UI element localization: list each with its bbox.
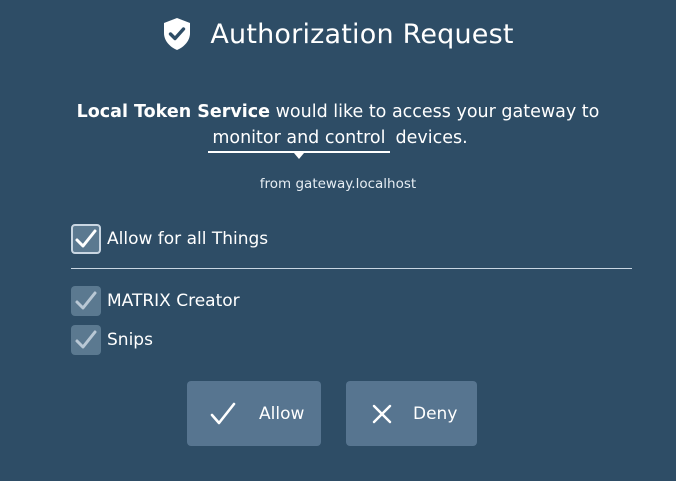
- thing-checkbox[interactable]: [71, 286, 101, 316]
- scope-select-value: monitor and control: [212, 128, 386, 148]
- request-text: would like to access your gateway to: [275, 102, 600, 122]
- shield-check-icon: [162, 17, 192, 51]
- request-text-after: devices.: [395, 128, 468, 148]
- checkmark-icon: [210, 402, 236, 424]
- deny-button-label: Deny: [413, 403, 458, 424]
- allow-all-things-row[interactable]: Allow for all Things: [71, 224, 268, 254]
- checkmark-icon: [75, 291, 97, 310]
- divider: [71, 268, 632, 269]
- close-icon: [372, 404, 392, 423]
- allow-all-label: Allow for all Things: [107, 229, 269, 249]
- allow-button-label: Allow: [259, 403, 305, 424]
- thing-label: MATRIX Creator: [107, 291, 240, 311]
- caret-down-icon: [293, 153, 304, 159]
- header: Authorization Request: [0, 12, 676, 56]
- authorization-page: Authorization Request Local Token Servic…: [0, 0, 676, 481]
- request-line-1: Local Token Service would like to access…: [0, 99, 676, 125]
- request-line-2: monitor and control devices.: [0, 125, 676, 159]
- origin-text: from gateway.localhost: [259, 176, 417, 192]
- app-name: Local Token Service: [76, 102, 271, 122]
- thing-item-matrix-creator[interactable]: MATRIX Creator: [71, 286, 240, 316]
- request-message: Local Token Service would like to access…: [0, 99, 676, 159]
- scope-select[interactable]: monitor and control: [208, 125, 390, 159]
- allow-all-checkbox[interactable]: [71, 224, 101, 254]
- allow-button[interactable]: Allow: [187, 381, 321, 446]
- checkmark-icon: [75, 330, 97, 349]
- deny-button[interactable]: Deny: [346, 381, 477, 446]
- checkmark-icon: [75, 229, 97, 248]
- page-title: Authorization Request: [210, 18, 514, 50]
- thing-item-snips[interactable]: Snips: [71, 325, 153, 355]
- thing-checkbox[interactable]: [71, 325, 101, 355]
- thing-label: Snips: [107, 330, 153, 350]
